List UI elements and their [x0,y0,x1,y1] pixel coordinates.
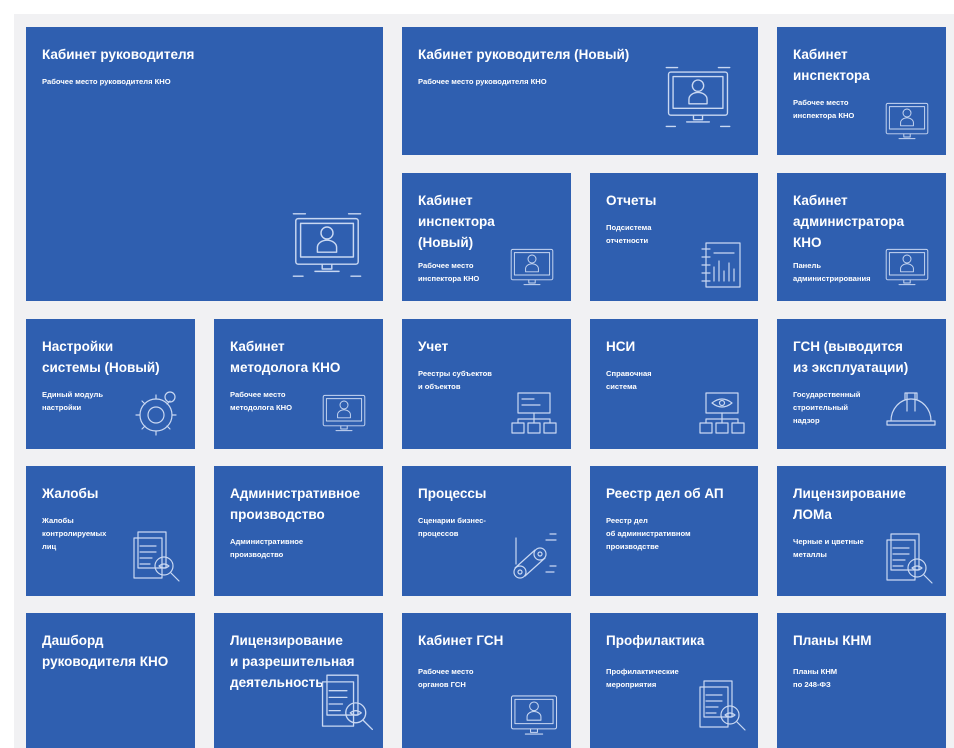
tile-licenzirovanie-loma[interactable]: Лицензирование ЛОМа Черные и цветные мет… [777,466,946,596]
monitor-user-icon [510,695,558,735]
tile-title: Административное производство [230,486,361,522]
tile-uchet[interactable]: Учет Реестры субъектов и объектов [402,319,571,449]
tile-subtitle: Реестр дел об административном производс… [606,516,691,551]
tile-title: Дашборд руководителя КНО [42,633,169,669]
tile-title: Отчеты [606,193,657,208]
tile-kabinet-inspektora[interactable]: Кабинет инспектора Рабочее место инспект… [777,27,946,155]
tile-kabinet-inspektora-new[interactable]: Кабинет инспектора (Новый) Рабочее место… [402,173,571,301]
tile-nastroyki-sistemy[interactable]: Настройки системы (Новый) Единый модуль … [26,319,195,449]
tile-subtitle: Рабочее место органов ГСН [418,667,474,689]
tile-kabinet-metodologa[interactable]: Кабинет методолога КНО Рабочее место мет… [214,319,383,449]
monitor-user-icon [322,394,366,432]
tile-title: НСИ [606,339,636,354]
tile-title: Реестр дел об АП [606,486,724,501]
tile-title: Учет [418,339,449,354]
tile-nsi[interactable]: НСИ Справочная система [590,319,758,449]
gears-icon [135,391,177,436]
tile-profilaktika[interactable]: Профилактика Профилактические мероприяти… [590,613,758,748]
tile-dashbord[interactable]: Дашборд руководителя КНО [26,613,195,748]
hierarchy-icon [511,392,557,434]
monitor-user-icon [292,213,362,277]
tile-title: Профилактика [606,633,705,648]
tile-otchety[interactable]: Отчеты Подсистема отчетности [590,173,758,301]
hierarchy-eye-icon [699,392,745,434]
tile-gsn-vyvoditsya[interactable]: ГСН (выводится из эксплуатации) Государс… [777,319,946,449]
document-search-icon [321,674,374,731]
monitor-user-icon [885,102,929,140]
tile-kabinet-rukovoditelya-new[interactable]: Кабинет руководителя (Новый) Рабочее мес… [402,27,758,155]
tile-reestr-del-ap[interactable]: Реестр дел об АП Реестр дел об администр… [590,466,758,596]
monitor-user-icon [665,66,731,128]
monitor-user-icon [510,248,554,286]
tile-kabinet-rukovoditelya[interactable]: Кабинет руководителя Рабочее место руков… [26,27,383,301]
document-search-icon [133,531,180,582]
tile-licenzirovanie-deyatelnost[interactable]: Лицензирование и разрешительная деятельн… [214,613,383,748]
tile-title: Кабинет руководителя [42,47,195,62]
tile-processy[interactable]: Процессы Сценарии бизнес- процессов [402,466,571,596]
tile-title: Кабинет ГСН [418,633,504,648]
tile-title: Кабинет методолога КНО [230,339,341,375]
tile-title: Процессы [418,486,487,501]
document-search-icon [699,680,746,731]
document-search-icon [886,533,933,584]
hard-hat-icon [886,392,936,426]
dashboard-grid: Кабинет руководителя Рабочее место руков… [14,14,954,748]
tile-title: Кабинет руководителя (Новый) [418,47,630,62]
tile-title: Кабинет инспектора [793,47,870,83]
tile-zhaloby[interactable]: Жалобы Жалобы контролируемых лиц [26,466,195,596]
tile-kabinet-administratora[interactable]: Кабинет администратора КНО Панель админи… [777,173,946,301]
tile-title: Планы КНМ [793,633,872,648]
monitor-user-icon [885,248,929,286]
tile-plany-knm[interactable]: Планы КНМ Планы КНМ по 248-ФЗ [777,613,946,748]
tile-title: Лицензирование ЛОМа [793,486,906,522]
tile-title: Жалобы [42,486,99,501]
tile-title: ГСН (выводится из эксплуатации) [793,339,909,375]
tile-subtitle: Рабочее место руководителя КНО [42,77,171,86]
tile-title: Настройки системы (Новый) [42,339,160,375]
tile-subtitle: Планы КНМ по 248-ФЗ [793,667,838,689]
tile-subtitle: Административное производство [230,537,304,559]
tile-kabinet-gsn[interactable]: Кабинет ГСН Рабочее место органов ГСН [402,613,571,748]
tile-administrativnoe-proizvodstvo[interactable]: Административное производство Администра… [214,466,383,596]
conveyor-icon [513,533,557,579]
report-chart-icon [701,242,741,288]
